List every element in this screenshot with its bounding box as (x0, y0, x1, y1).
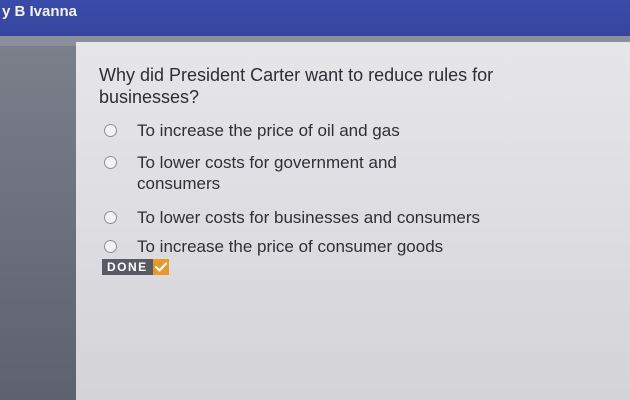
radio-button[interactable] (104, 156, 117, 169)
answer-label: To increase the price of oil and gas (137, 121, 400, 140)
answer-option-4[interactable]: To increase the price of consumer goods (104, 236, 497, 257)
question-text: Why did President Carter want to reduce … (99, 65, 494, 107)
answer-label: To lower costs for government and consum… (137, 153, 397, 193)
answer-option-3[interactable]: To lower costs for businesses and consum… (104, 207, 517, 228)
answer-label: To lower costs for businesses and consum… (137, 208, 480, 227)
check-icon (152, 259, 169, 275)
done-label: DONE (102, 259, 153, 275)
radio-button[interactable] (104, 124, 117, 137)
done-badge: DONE (102, 259, 169, 275)
top-bar: y B Ivanna (0, 0, 630, 36)
answer-label: To increase the price of consumer goods (137, 237, 444, 256)
user-name: y B Ivanna (2, 3, 78, 20)
radio-button[interactable] (104, 240, 117, 253)
radio-button[interactable] (104, 211, 117, 224)
answer-option-1[interactable]: To increase the price of oil and gas (104, 120, 467, 141)
answer-option-2[interactable]: To lower costs for government and consum… (104, 152, 422, 194)
left-panel (0, 46, 76, 400)
